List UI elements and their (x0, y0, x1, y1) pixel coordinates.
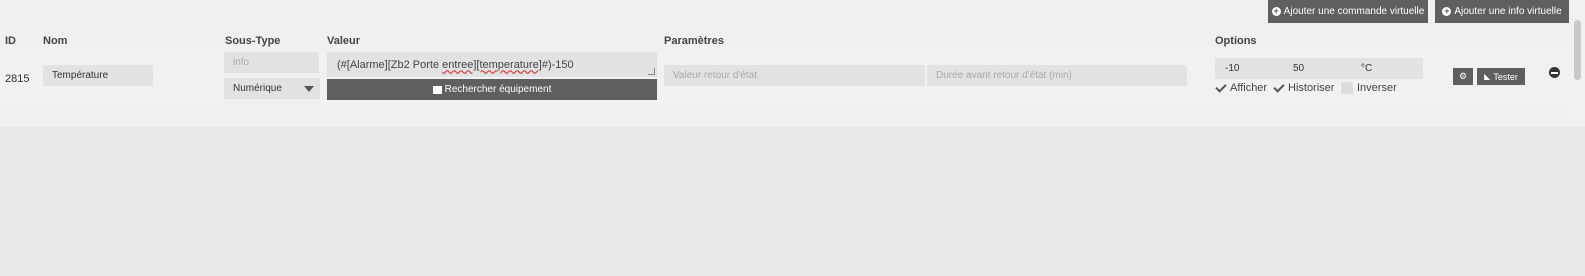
max-value-input[interactable]: 50 (1293, 63, 1304, 74)
invert-checkbox[interactable]: Inverser (1341, 82, 1397, 94)
configure-button[interactable]: ⚙ (1453, 68, 1473, 85)
header-id: ID (5, 35, 16, 47)
scrollbar-thumb[interactable] (1574, 20, 1581, 80)
display-checkbox[interactable]: Afficher (1215, 82, 1267, 94)
header-name: Nom (43, 35, 68, 47)
check-icon (1215, 82, 1227, 94)
checkbox-empty-icon (1341, 82, 1353, 94)
plus-circle-icon: + (1271, 6, 1281, 16)
command-id: 2815 (5, 73, 30, 85)
state-return-value-input[interactable]: Valeur retour d'état (664, 65, 925, 86)
test-button[interactable]: ◣ Tester (1477, 68, 1525, 85)
historize-checkbox[interactable]: Historiser (1273, 82, 1334, 94)
remove-command-button[interactable] (1549, 67, 1560, 78)
gears-icon: ⚙ (1458, 71, 1468, 81)
plus-circle-icon: + (1442, 6, 1452, 16)
header-subtype: Sous-Type (225, 35, 281, 47)
min-value-input[interactable]: -10 (1225, 63, 1239, 74)
resize-handle-icon[interactable] (648, 68, 655, 75)
value-expression: (#[Alarme][Zb2 Porte entree][temperature… (337, 58, 574, 71)
subtype-select[interactable]: Numérique (224, 78, 320, 99)
header-value: Valeur (327, 35, 361, 47)
chevron-down-icon (304, 86, 314, 92)
add-virtual-info-button[interactable]: + Ajouter une info virtuelle (1435, 0, 1569, 23)
add-virtual-command-button[interactable]: + Ajouter une commande virtuelle (1268, 0, 1428, 23)
command-type-field: info (224, 52, 319, 73)
rss-icon: ◣ (1484, 72, 1491, 81)
command-name-input[interactable]: Température (43, 65, 153, 86)
header-parameters: Paramètres (664, 35, 724, 47)
header-options: Options (1215, 35, 1257, 47)
check-icon (1273, 82, 1285, 94)
vertical-scrollbar[interactable] (1570, 0, 1585, 127)
unit-input[interactable]: °C (1361, 63, 1372, 74)
state-return-delay-input[interactable]: Durée avant retour d'état (min) (927, 65, 1187, 86)
value-textarea[interactable]: (#[Alarme][Zb2 Porte entree][temperature… (327, 52, 657, 77)
subtype-select-value: Numérique (233, 83, 282, 94)
list-icon (432, 85, 442, 94)
min-max-unit-group: -10 50 °C (1215, 58, 1423, 79)
search-equipment-button[interactable]: Rechercher équipement (327, 79, 657, 100)
